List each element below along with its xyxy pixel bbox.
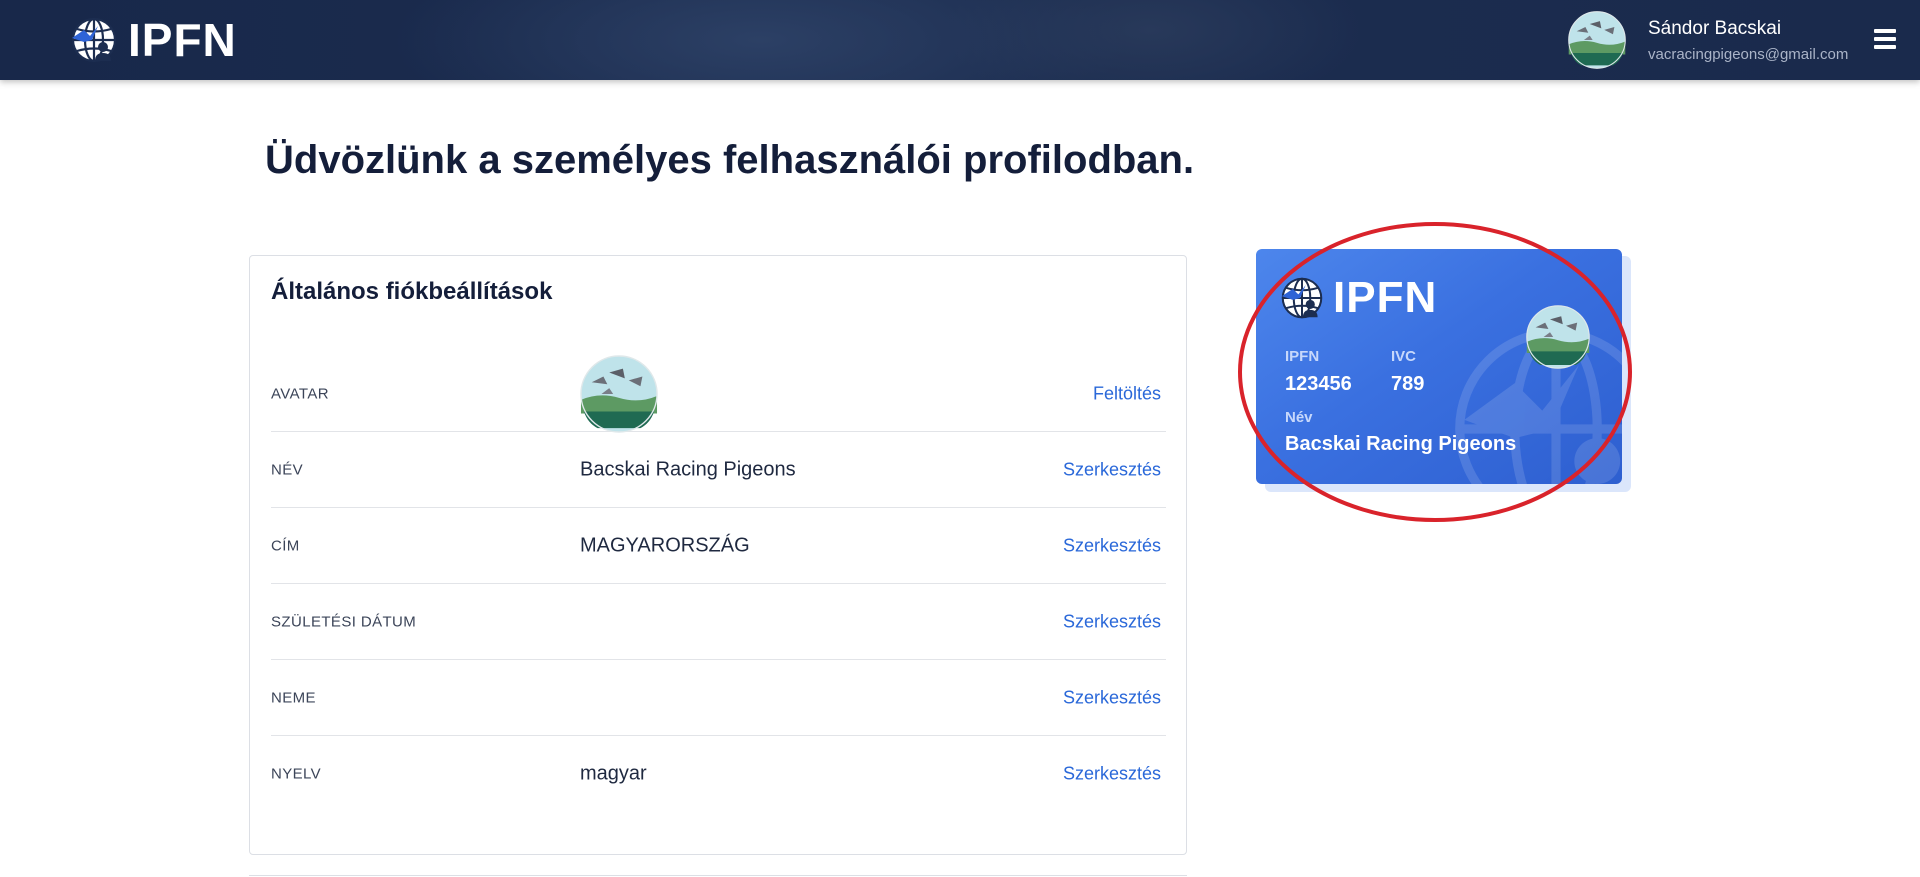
edit-language-link[interactable]: Szerkesztés (1063, 764, 1161, 785)
edit-birthdate-link[interactable]: Szerkesztés (1063, 611, 1161, 632)
member-card-logo-text: IPFN (1333, 273, 1438, 322)
settings-row-name: NÉV Bacskai Racing Pigeons Szerkesztés (271, 432, 1166, 508)
top-header: IPFN Sándor Bacskai vacracingpigeons@gma… (0, 0, 1920, 80)
next-section-divider (249, 875, 1187, 876)
account-settings-card: Általános fiókbeállítások AVATAR Feltölt… (249, 255, 1187, 855)
ipfn-logo[interactable]: IPFN (70, 14, 237, 66)
settings-title: Általános fiókbeállítások (271, 278, 553, 305)
edit-name-link[interactable]: Szerkesztés (1063, 459, 1161, 480)
row-value: MAGYARORSZÁG (580, 534, 750, 556)
ivc-value: 789 (1391, 373, 1425, 395)
name-value: Bacskai Racing Pigeons (1285, 433, 1517, 455)
member-card: IPFN IPFN 123456 IVC 789 Név Bacskai Rac… (1256, 249, 1622, 484)
settings-row-gender: NEME Szerkesztés (271, 660, 1166, 736)
row-value: Bacskai Racing Pigeons (580, 458, 796, 480)
globe-logo-icon (1280, 276, 1324, 320)
edit-address-link[interactable]: Szerkesztés (1063, 535, 1161, 556)
upload-avatar-link[interactable]: Feltöltés (1093, 383, 1161, 404)
row-label: SZÜLETÉSI DÁTUM (271, 613, 417, 630)
settings-row-language: NYELV magyar Szerkesztés (271, 736, 1166, 812)
name-label: Név (1285, 409, 1313, 426)
row-value: magyar (580, 762, 647, 785)
page-title: Üdvözlünk a személyes felhasználói profi… (265, 138, 1195, 182)
settings-row-avatar: AVATAR Feltöltés (271, 356, 1166, 432)
hamburger-menu-icon[interactable] (1874, 29, 1896, 49)
row-label: NYELV (271, 765, 322, 783)
avatar-image (580, 355, 658, 433)
row-label: NÉV (271, 461, 304, 478)
settings-row-address: CÍM MAGYARORSZÁG Szerkesztés (271, 508, 1166, 584)
logo-text: IPFN (128, 14, 237, 66)
user-email: vacracingpigeons@gmail.com (1648, 46, 1849, 63)
row-label: CÍM (271, 537, 300, 554)
ipfn-value: 123456 (1285, 373, 1352, 395)
edit-gender-link[interactable]: Szerkesztés (1063, 687, 1161, 708)
member-avatar-icon (1526, 305, 1590, 369)
settings-row-birthdate: SZÜLETÉSI DÁTUM Szerkesztés (271, 584, 1166, 660)
ipfn-label: IPFN (1285, 348, 1320, 365)
row-label: NEME (271, 689, 316, 706)
user-avatar-icon[interactable] (1568, 11, 1626, 69)
ivc-label: IVC (1391, 348, 1417, 365)
user-name[interactable]: Sándor Bacskai (1648, 18, 1781, 40)
row-label: AVATAR (271, 385, 329, 402)
member-card-logo: IPFN (1280, 273, 1437, 323)
globe-logo-icon (70, 16, 118, 64)
